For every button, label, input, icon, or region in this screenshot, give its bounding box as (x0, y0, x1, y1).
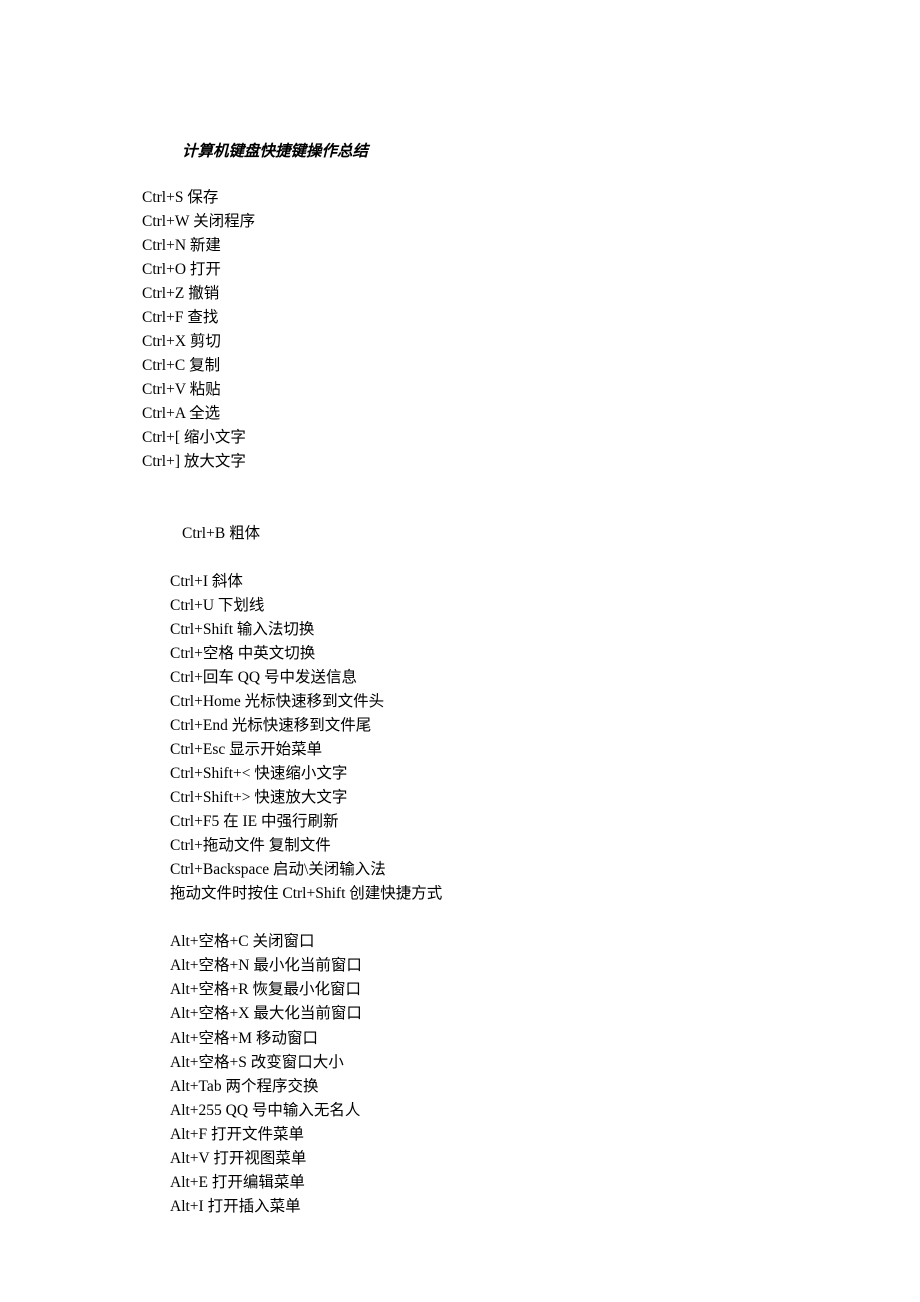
shortcut-line: Ctrl+Home 光标快速移到文件头 (170, 690, 920, 714)
shortcut-line: Ctrl+W 关闭程序 (142, 210, 920, 234)
shortcut-line: Alt+空格+X 最大化当前窗口 (170, 1002, 920, 1026)
shortcut-line: Ctrl+Esc 显示开始菜单 (170, 738, 920, 762)
shortcuts-block-alt: Alt+空格+C 关闭窗口Alt+空格+N 最小化当前窗口Alt+空格+R 恢复… (170, 930, 920, 1218)
shortcuts-block-ctrl: Ctrl+S 保存Ctrl+W 关闭程序Ctrl+N 新建Ctrl+O 打开Ct… (142, 186, 920, 474)
shortcut-line: Ctrl+C 复制 (142, 354, 920, 378)
shortcut-line: Ctrl+空格 中英文切换 (170, 642, 920, 666)
shortcut-line: Alt+空格+R 恢复最小化窗口 (170, 978, 920, 1002)
shortcut-line: Ctrl+U 下划线 (170, 594, 920, 618)
shortcut-line: Ctrl+Shift 输入法切换 (170, 618, 920, 642)
shortcut-line: Alt+空格+M 移动窗口 (170, 1027, 920, 1051)
shortcut-line: Ctrl+I 斜体 (170, 570, 920, 594)
shortcut-line: Ctrl+Shift+< 快速缩小文字 (170, 762, 920, 786)
shortcut-line: Alt+255 QQ 号中输入无名人 (170, 1099, 920, 1123)
shortcut-line: Ctrl+X 剪切 (142, 330, 920, 354)
shortcut-line: Ctrl+Backspace 启动\关闭输入法 (170, 858, 920, 882)
shortcut-line: Ctrl+F5 在 IE 中强行刷新 (170, 810, 920, 834)
shortcut-line: Ctrl+End 光标快速移到文件尾 (170, 714, 920, 738)
shortcut-line: Alt+V 打开视图菜单 (170, 1147, 920, 1171)
shortcut-line: Ctrl+Shift+> 快速放大文字 (170, 786, 920, 810)
shortcut-line: Ctrl+S 保存 (142, 186, 920, 210)
shortcut-line: Ctrl+Z 撤销 (142, 282, 920, 306)
shortcut-line: Ctrl+回车 QQ 号中发送信息 (170, 666, 920, 690)
shortcut-line: Alt+I 打开插入菜单 (170, 1195, 920, 1219)
shortcut-line: Ctrl+拖动文件 复制文件 (170, 834, 920, 858)
document-page: 计算机键盘快捷键操作总结 Ctrl+S 保存Ctrl+W 关闭程序Ctrl+N … (0, 0, 920, 1219)
shortcut-line: Alt+E 打开编辑菜单 (170, 1171, 920, 1195)
shortcut-line: Ctrl+B 粗体 (182, 522, 920, 546)
shortcut-line: Ctrl+] 放大文字 (142, 450, 920, 474)
shortcut-line: Alt+空格+N 最小化当前窗口 (170, 954, 920, 978)
shortcut-line: Ctrl+A 全选 (142, 402, 920, 426)
document-title: 计算机键盘快捷键操作总结 (182, 140, 920, 164)
shortcut-line: Ctrl+N 新建 (142, 234, 920, 258)
shortcut-line: Alt+F 打开文件菜单 (170, 1123, 920, 1147)
shortcut-line: Alt+空格+C 关闭窗口 (170, 930, 920, 954)
shortcut-line: Ctrl+V 粘贴 (142, 378, 920, 402)
shortcuts-block-bold: Ctrl+B 粗体 (182, 522, 920, 546)
shortcut-line: Ctrl+F 查找 (142, 306, 920, 330)
shortcuts-block-ctrl-ext: Ctrl+I 斜体Ctrl+U 下划线Ctrl+Shift 输入法切换Ctrl+… (170, 570, 920, 906)
shortcut-line: Alt+Tab 两个程序交换 (170, 1075, 920, 1099)
shortcut-line: 拖动文件时按住 Ctrl+Shift 创建快捷方式 (170, 882, 920, 906)
shortcut-line: Alt+空格+S 改变窗口大小 (170, 1051, 920, 1075)
shortcut-line: Ctrl+O 打开 (142, 258, 920, 282)
shortcut-line: Ctrl+[ 缩小文字 (142, 426, 920, 450)
